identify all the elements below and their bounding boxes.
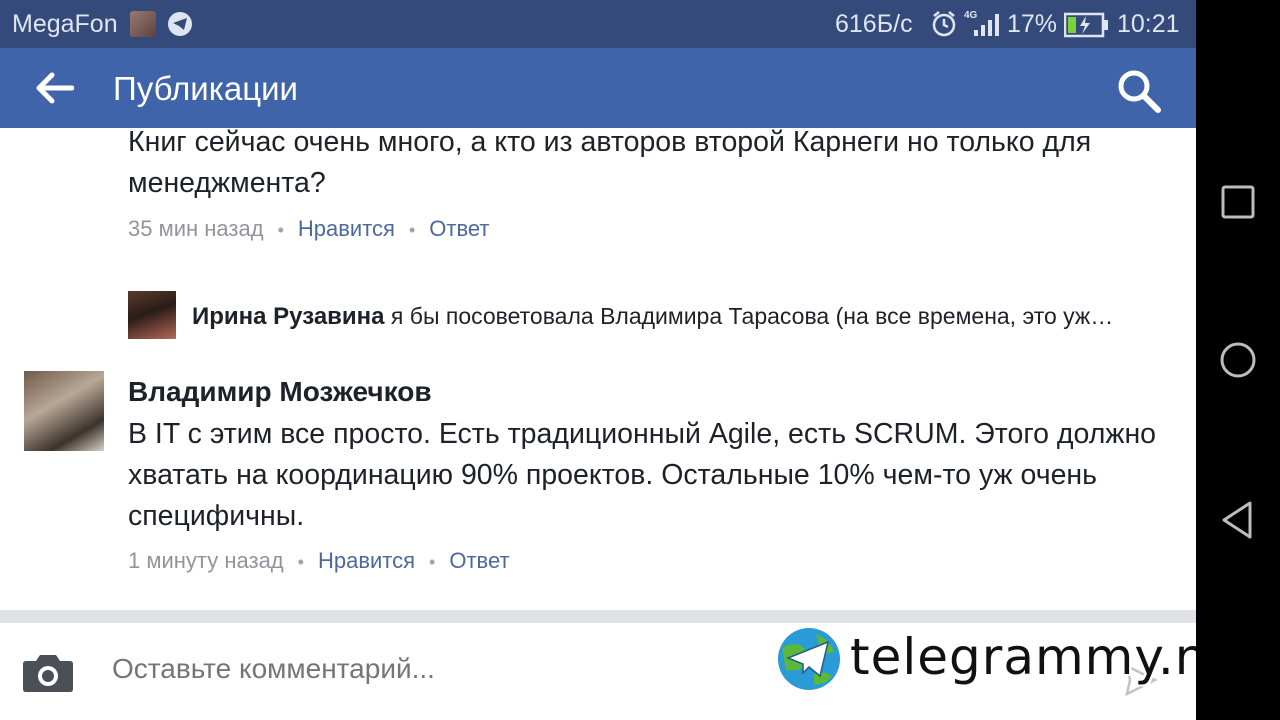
- telegram-globe-icon: [776, 626, 842, 697]
- separator-dot: •: [277, 220, 284, 240]
- reply-preview[interactable]: Ирина Рузавина я бы посоветовала Владими…: [192, 303, 1172, 331]
- comment-input[interactable]: [112, 653, 712, 685]
- camera-icon[interactable]: [22, 651, 74, 698]
- carrier-name: MegaFon: [12, 10, 118, 38]
- page-title: Публикации: [113, 70, 298, 107]
- divider: [0, 610, 1196, 623]
- like-button[interactable]: Нравится: [298, 216, 395, 241]
- comment-text: Книг сейчас очень много, а кто из авторо…: [128, 126, 1092, 199]
- reply-button[interactable]: Ответ: [449, 548, 509, 573]
- avatar[interactable]: [128, 291, 176, 339]
- comment-timestamp: 35 мин назад: [128, 216, 264, 241]
- notification-avatar-icon: [130, 11, 156, 37]
- comments-list[interactable]: Книг сейчас очень много, а кто из авторо…: [0, 126, 1196, 610]
- network-type-label: 4G: [964, 10, 978, 21]
- avatar[interactable]: [24, 371, 104, 451]
- clock: 10:21: [1117, 10, 1180, 38]
- separator-dot: •: [429, 552, 436, 572]
- arrow-left-icon[interactable]: [34, 70, 75, 111]
- search-icon[interactable]: [1116, 68, 1162, 119]
- comment-timestamp: 1 минуту назад: [128, 548, 284, 573]
- reply-button[interactable]: Ответ: [429, 216, 489, 241]
- comment-text: В IT с этим все просто. Есть традиционны…: [128, 418, 1157, 532]
- system-nav-bar: [1196, 0, 1280, 720]
- comment-meta: 35 мин назад • Нравится • Ответ: [128, 216, 489, 242]
- status-bar: MegaFon 616Б/с 4G 17% 10:21: [0, 0, 1196, 48]
- signal-4g-icon: 4G: [962, 8, 1002, 47]
- battery-percent: 17%: [1007, 10, 1058, 38]
- home-icon[interactable]: [1216, 338, 1260, 387]
- comment-meta: 1 минуту назад • Нравится • Ответ: [128, 548, 510, 574]
- reply-author[interactable]: Ирина Рузавина: [192, 303, 385, 330]
- app-bar: Публикации: [0, 48, 1196, 128]
- reply-text: я бы посоветовала Владимира Тарасова (на…: [390, 303, 1114, 329]
- recents-icon[interactable]: [1216, 180, 1260, 229]
- battery-charging-icon: [1063, 12, 1110, 45]
- network-speed: 616Б/с: [835, 10, 913, 38]
- back-triangle-icon[interactable]: [1216, 498, 1260, 547]
- comment-author[interactable]: Владимир Мозжечков: [128, 376, 432, 408]
- separator-dot: •: [408, 220, 416, 240]
- telegram-notification-icon: [168, 12, 192, 36]
- alarm-icon: [930, 10, 958, 45]
- like-button[interactable]: Нравится: [318, 548, 415, 573]
- separator-dot: •: [297, 552, 304, 572]
